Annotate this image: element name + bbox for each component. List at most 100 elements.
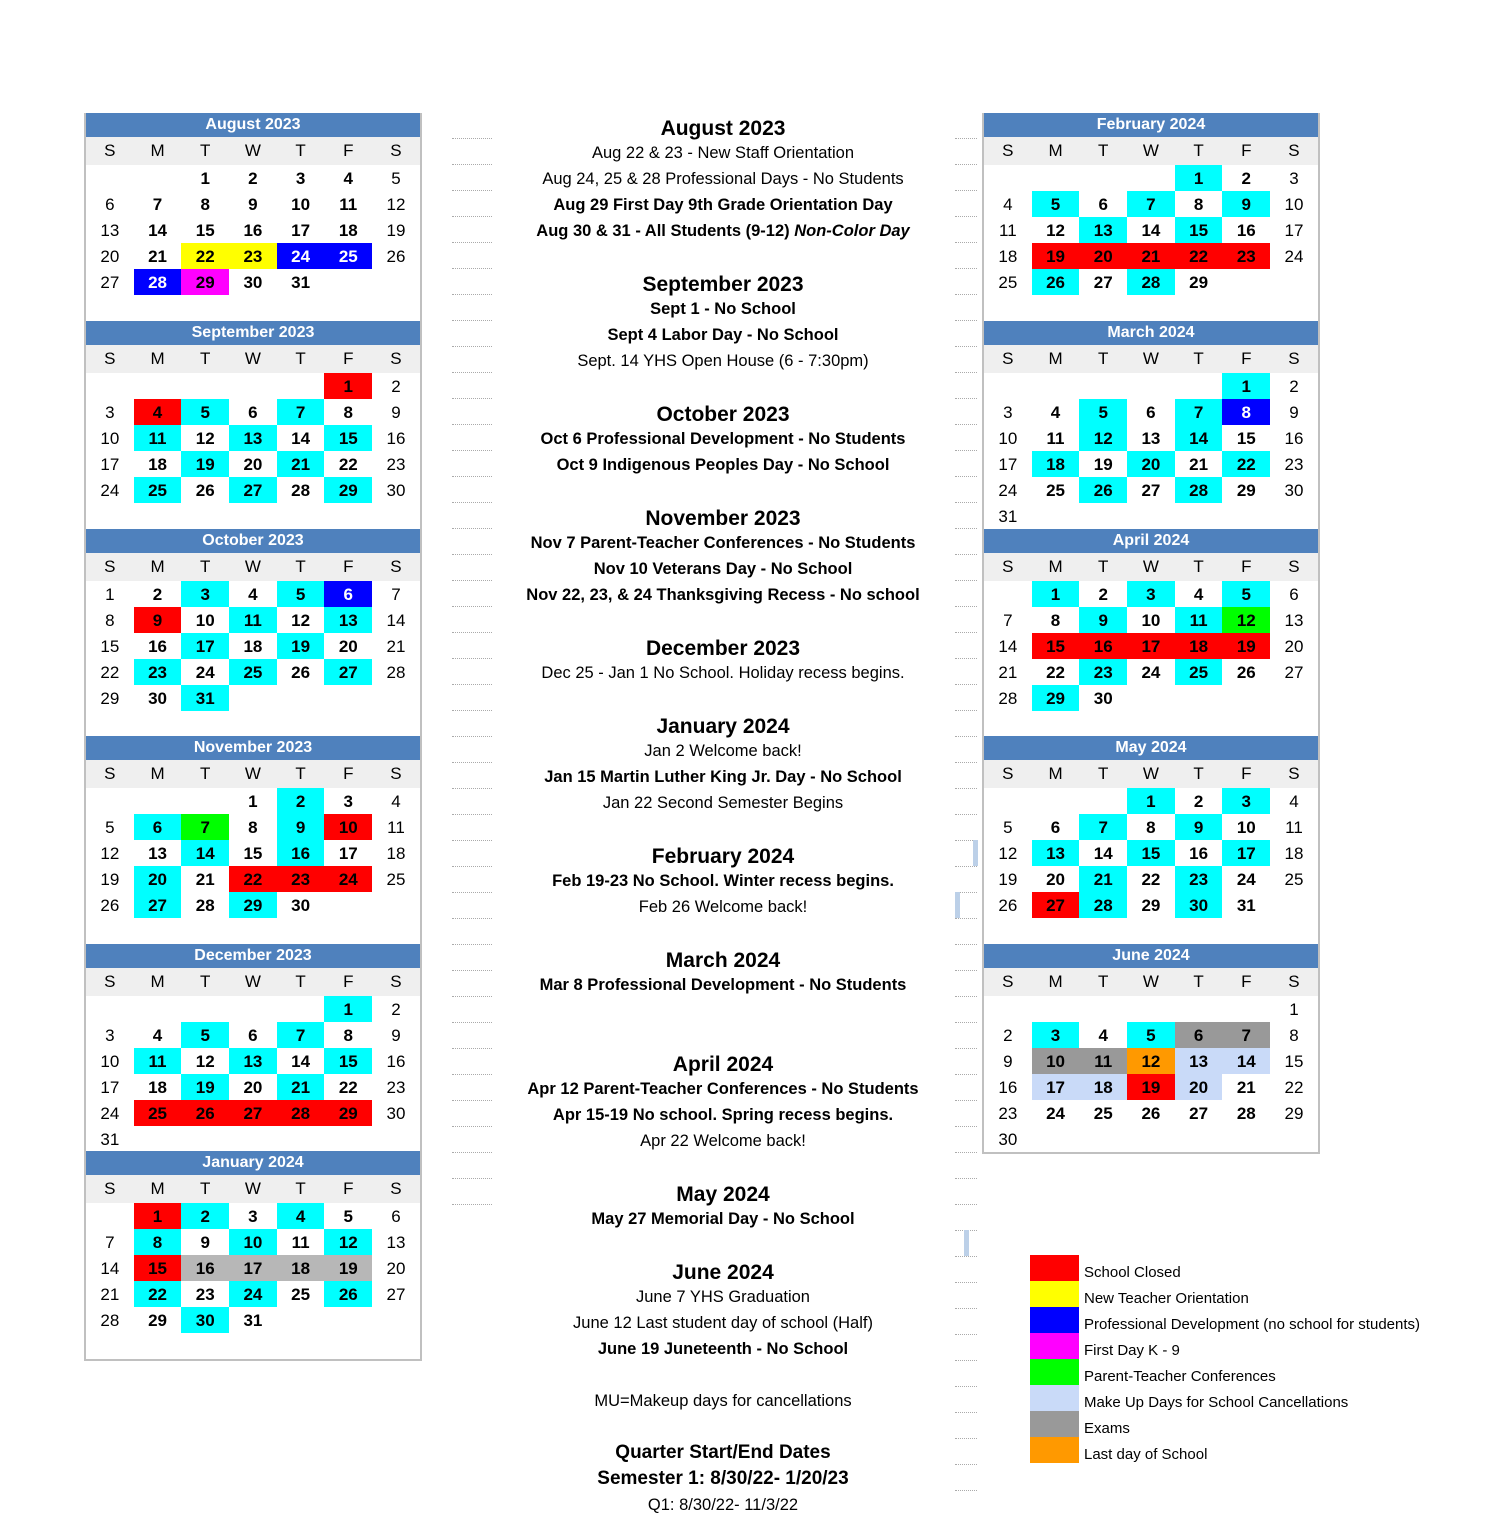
empty-cell	[134, 996, 182, 1022]
day-cell: 7	[152, 195, 163, 214]
day-cell: 21	[148, 247, 167, 266]
day-cell: 29	[1141, 896, 1161, 915]
day-cell: 6	[1098, 195, 1108, 214]
weekday-label: F	[1241, 349, 1252, 368]
day-cell: 29	[1031, 685, 1080, 711]
weekday-label: T	[1098, 972, 1109, 991]
day-cell: 17	[1284, 221, 1304, 240]
day-cell: 19	[386, 221, 406, 240]
weekday-label: T	[1193, 141, 1204, 160]
dotted-guide	[452, 216, 492, 217]
legend-label: Exams	[1084, 1419, 1130, 1437]
scroll-marker	[973, 840, 978, 866]
empty-cell	[324, 1307, 372, 1333]
event-item: Aug 30 & 31 - All Students (9-12) Non-Co…	[536, 222, 910, 240]
day-cell: 3	[1003, 403, 1013, 422]
day-cell: 4	[1003, 195, 1013, 214]
legend-item: Professional Development (no school for …	[1030, 1307, 1420, 1333]
legend-label: Parent-Teacher Conferences	[1084, 1367, 1276, 1385]
day-cell: 10	[229, 1229, 277, 1255]
day-cell: 14	[100, 1259, 120, 1278]
day-cell: 26	[100, 896, 120, 915]
day-grid: 1 2 3 4 5 6 7 8 9 10 11 12 13 14 15 16 17 18 19 20 21 22 23 24 2…	[984, 373, 1318, 529]
weekday-label: W	[1142, 764, 1159, 783]
day-grid: 1 2 3 4 5 6 7 8 9 10 11 12 13 14 15 16 17 18 19 20 21 22 23 24 2…	[86, 996, 420, 1152]
event-month-heading: September 2023	[642, 273, 804, 296]
day-cell: 20	[243, 455, 263, 474]
dotted-guide	[452, 346, 492, 347]
empty-cell	[984, 788, 1032, 814]
legend-item: Make Up Days for School Cancellations	[1030, 1385, 1420, 1411]
day-cell: 2	[1003, 1026, 1013, 1045]
event-item: MU=Makeup days for cancellations	[594, 1392, 852, 1410]
day-cell: 18	[243, 637, 263, 656]
legend-swatch	[1030, 1385, 1079, 1411]
event-item: Aug 22 & 23 - New Staff Orientation	[591, 144, 854, 162]
empty-cell	[324, 892, 372, 918]
day-cell: 5	[181, 1022, 230, 1048]
day-cell: 9	[1003, 1052, 1013, 1071]
empty-cell	[1127, 165, 1175, 191]
empty-cell	[1222, 1126, 1270, 1152]
day-cell: 21	[386, 637, 406, 656]
weekday-label: W	[1142, 141, 1159, 160]
dotted-guide	[955, 1334, 977, 1335]
weekday-label: S	[390, 972, 402, 991]
event-item: Mar 8 Professional Development - No Stud…	[539, 976, 907, 994]
dotted-guide	[955, 1126, 977, 1127]
weekday-header: SMTWTFS	[984, 137, 1318, 165]
day-cell: 4	[133, 399, 182, 425]
day-cell: 28	[195, 896, 215, 915]
day-cell: 27	[324, 659, 373, 685]
day-cell: 7	[1127, 191, 1175, 217]
weekday-label: F	[343, 141, 354, 160]
weekday-label: T	[1098, 557, 1109, 576]
day-cell: 27	[386, 1285, 406, 1304]
dotted-guide	[955, 242, 977, 243]
day-cell: 6	[248, 403, 258, 422]
day-cell: 2	[1241, 169, 1252, 188]
day-cell: 18	[1174, 633, 1223, 659]
day-cell: 17	[100, 455, 120, 474]
empty-cell	[372, 685, 420, 711]
day-cell: 5	[1079, 399, 1128, 425]
day-cell: 9	[1079, 607, 1128, 633]
day-cell: 11	[133, 1048, 182, 1074]
dotted-guide	[955, 736, 977, 737]
month-title: August 2023	[86, 113, 420, 137]
day-cell: 14	[291, 1052, 311, 1071]
day-cell: 10	[100, 429, 120, 448]
day-cell: 11	[133, 425, 182, 451]
day-cell: 4	[1289, 792, 1299, 811]
day-cell: 3	[343, 792, 354, 811]
weekday-label: S	[1288, 141, 1300, 160]
weekday-label: T	[295, 1179, 306, 1198]
day-cell: 5	[391, 169, 401, 188]
day-cell: 26	[1031, 269, 1080, 295]
day-cell: 30	[386, 481, 406, 500]
weekday-label: T	[1193, 557, 1204, 576]
day-cell: 30	[1093, 689, 1113, 708]
day-cell: 24	[100, 1104, 120, 1123]
day-cell: 19	[181, 451, 230, 477]
event-item: Nov 10 Veterans Day - No School	[593, 560, 853, 578]
day-cell: 19	[1127, 1074, 1175, 1100]
empty-cell	[1175, 503, 1223, 529]
empty-cell	[181, 996, 229, 1022]
weekday-label: S	[104, 1179, 116, 1198]
day-cell: 9	[1289, 403, 1299, 422]
weekday-label: W	[244, 764, 261, 783]
dotted-guide	[452, 138, 492, 139]
day-cell: 18	[998, 247, 1018, 266]
empty-cell	[1079, 373, 1127, 399]
weekday-label: S	[104, 764, 116, 783]
event-item: Q1: 8/30/22- 11/3/22	[647, 1496, 799, 1514]
day-cell: 1	[324, 373, 373, 399]
empty-cell	[372, 1126, 420, 1152]
empty-cell	[1032, 996, 1080, 1022]
day-cell: 8	[343, 1026, 354, 1045]
day-cell: 23	[1079, 659, 1128, 685]
weekday-label: S	[1002, 972, 1014, 991]
day-cell: 7	[276, 399, 325, 425]
empty-cell	[86, 165, 134, 191]
